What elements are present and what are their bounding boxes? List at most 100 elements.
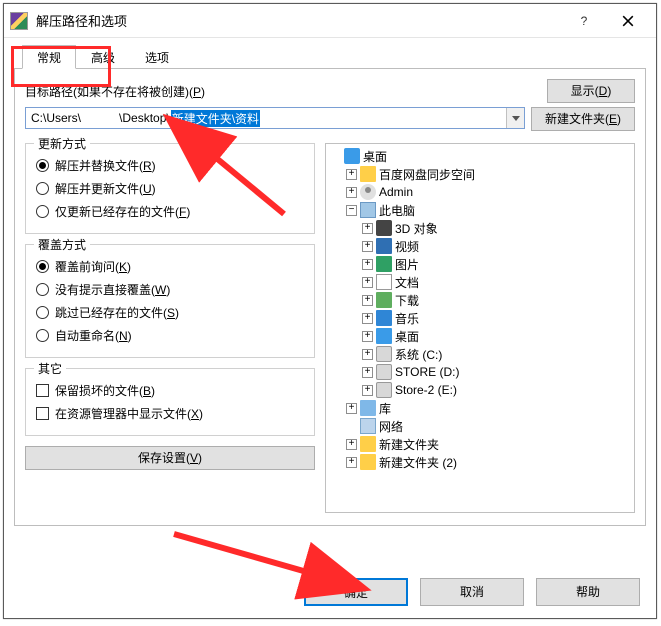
folder-tree[interactable]: 桌面 + 百度网盘同步空间 +Admin −此电脑 +3D 对象	[325, 143, 635, 513]
tree-node[interactable]: +新建文件夹	[346, 435, 632, 453]
save-settings-button[interactable]: 保存设置(V)	[25, 446, 315, 470]
expand-icon[interactable]: +	[362, 313, 373, 324]
tree-node[interactable]: +音乐	[362, 309, 632, 327]
expand-icon[interactable]: +	[346, 187, 357, 198]
overwrite-legend: 覆盖方式	[34, 236, 90, 253]
music-icon	[376, 310, 392, 326]
titlebar: 解压路径和选项 ?	[4, 4, 656, 38]
twist-none	[330, 151, 341, 162]
expand-icon[interactable]: +	[362, 259, 373, 270]
ok-button[interactable]: 确定	[304, 578, 408, 606]
window-title: 解压路径和选项	[36, 11, 562, 30]
tree-node-desktop-root[interactable]: 桌面	[330, 147, 632, 165]
tree-node[interactable]: + 下载	[362, 291, 632, 309]
tree-node[interactable]: +系统 (C:)	[362, 345, 632, 363]
right-column: 桌面 + 百度网盘同步空间 +Admin −此电脑 +3D 对象	[325, 143, 635, 513]
update-opt-freshen[interactable]: 仅更新已经存在的文件(F)	[36, 200, 304, 223]
tab-advanced[interactable]: 高级	[76, 45, 130, 69]
tab-options[interactable]: 选项	[130, 45, 184, 69]
disk-icon	[376, 346, 392, 362]
misc-keep-broken[interactable]: 保留损坏的文件(B)	[36, 379, 304, 402]
target-label-prefix: 目标路径	[25, 85, 73, 99]
tab-body: 目标路径(如果不存在将被创建)(P) 显示(D) C:\Users\ \Desk…	[14, 68, 646, 526]
expand-icon[interactable]: +	[346, 169, 357, 180]
opt-label: 仅更新已经存在的文件(F)	[55, 203, 190, 220]
folder-icon	[360, 166, 376, 182]
overwrite-opt-skip[interactable]: 跳过已经存在的文件(S)	[36, 301, 304, 324]
tree-node[interactable]: +新建文件夹 (2)	[346, 453, 632, 471]
expand-icon[interactable]: +	[362, 295, 373, 306]
path-seg-1: C:\Users\	[30, 111, 82, 125]
expand-icon[interactable]: +	[346, 439, 357, 450]
expand-icon[interactable]: +	[362, 349, 373, 360]
tree-node[interactable]: +桌面	[362, 327, 632, 345]
tree-node[interactable]: +Admin	[346, 183, 632, 201]
expand-icon[interactable]: +	[362, 277, 373, 288]
update-opt-replace[interactable]: 解压并替换文件(R)	[36, 154, 304, 177]
tree-node[interactable]: + 视频	[362, 237, 632, 255]
show-btn-end: )	[607, 84, 611, 98]
target-row: 目标路径(如果不存在将被创建)(P) 显示(D)	[25, 79, 635, 103]
tree-label: 下载	[395, 292, 419, 309]
show-btn-prefix: 显示(	[571, 84, 599, 98]
newfolder-end: )	[617, 112, 621, 126]
path-row: C:\Users\ \Desktop\ 新建文件夹\资料 新建文件夹(E)	[25, 107, 635, 131]
expand-icon[interactable]: +	[362, 331, 373, 342]
new-folder-button[interactable]: 新建文件夹(E)	[531, 107, 635, 131]
close-button[interactable]	[606, 7, 650, 35]
pc-icon	[360, 202, 376, 218]
user-icon	[360, 184, 376, 200]
expand-icon[interactable]: +	[346, 457, 357, 468]
target-label-hotkey: P	[193, 85, 201, 99]
tree-label: 视频	[395, 238, 419, 255]
desktop-icon	[344, 148, 360, 164]
expand-icon[interactable]: +	[362, 241, 373, 252]
opt-label: 解压并替换文件(R)	[55, 157, 156, 174]
target-label-suffix: (如果不存在将被创建)(	[73, 85, 193, 99]
cancel-button[interactable]: 取消	[420, 578, 524, 606]
tab-general[interactable]: 常规	[22, 45, 76, 69]
tree-node-thispc[interactable]: −此电脑	[346, 201, 632, 219]
overwrite-opt-rename[interactable]: 自动重命名(N)	[36, 324, 304, 347]
tree-label: 网络	[379, 418, 403, 435]
tree-node[interactable]: + STORE (D:)	[362, 363, 632, 381]
overwrite-opt-noask[interactable]: 没有提示直接覆盖(W)	[36, 278, 304, 301]
expand-icon[interactable]: +	[362, 367, 373, 378]
folder-icon	[360, 454, 376, 470]
show-button[interactable]: 显示(D)	[547, 79, 635, 103]
misc-show-in-explorer[interactable]: 在资源管理器中显示文件(X)	[36, 402, 304, 425]
tree-node[interactable]: +3D 对象	[362, 219, 632, 237]
download-icon	[376, 292, 392, 308]
left-column: 更新方式 解压并替换文件(R) 解压并更新文件(U) 仅更新已经存在的文件(F)	[25, 143, 315, 513]
tree-node[interactable]: + Store-2 (E:)	[362, 381, 632, 399]
twist-none	[346, 421, 357, 432]
tree-label: 图片	[395, 256, 419, 273]
overwrite-opt-ask[interactable]: 覆盖前询问(K)	[36, 255, 304, 278]
newfolder-prefix: 新建文件夹(	[545, 112, 609, 126]
tree-label: Store-2 (E:)	[395, 383, 457, 397]
radio-icon	[36, 283, 49, 296]
path-dropdown-button[interactable]	[506, 108, 524, 128]
path-combobox[interactable]: C:\Users\ \Desktop\ 新建文件夹\资料	[25, 107, 525, 129]
tree-label: 百度网盘同步空间	[379, 166, 475, 183]
tree-node[interactable]: +文档	[362, 273, 632, 291]
misc-legend: 其它	[34, 360, 66, 377]
radio-icon	[36, 182, 49, 195]
expand-icon[interactable]: +	[362, 223, 373, 234]
tree-node[interactable]: 网络	[346, 417, 632, 435]
collapse-icon[interactable]: −	[346, 205, 357, 216]
folder-icon	[360, 436, 376, 452]
help-footer-button[interactable]: 帮助	[536, 578, 640, 606]
tree-node[interactable]: + 图片	[362, 255, 632, 273]
path-seg-selected: 新建文件夹\资料	[171, 110, 260, 127]
update-opt-update[interactable]: 解压并更新文件(U)	[36, 177, 304, 200]
help-button[interactable]: ?	[562, 7, 606, 35]
tree-label: STORE (D:)	[395, 365, 459, 379]
expand-icon[interactable]: +	[362, 385, 373, 396]
expand-icon[interactable]: +	[346, 403, 357, 414]
path-text[interactable]: C:\Users\ \Desktop\ 新建文件夹\资料	[26, 108, 506, 128]
columns: 更新方式 解压并替换文件(R) 解压并更新文件(U) 仅更新已经存在的文件(F)	[25, 143, 635, 513]
tree-node[interactable]: + 百度网盘同步空间	[346, 165, 632, 183]
dialog-footer: 确定 取消 帮助	[4, 578, 656, 606]
tree-node[interactable]: +库	[346, 399, 632, 417]
